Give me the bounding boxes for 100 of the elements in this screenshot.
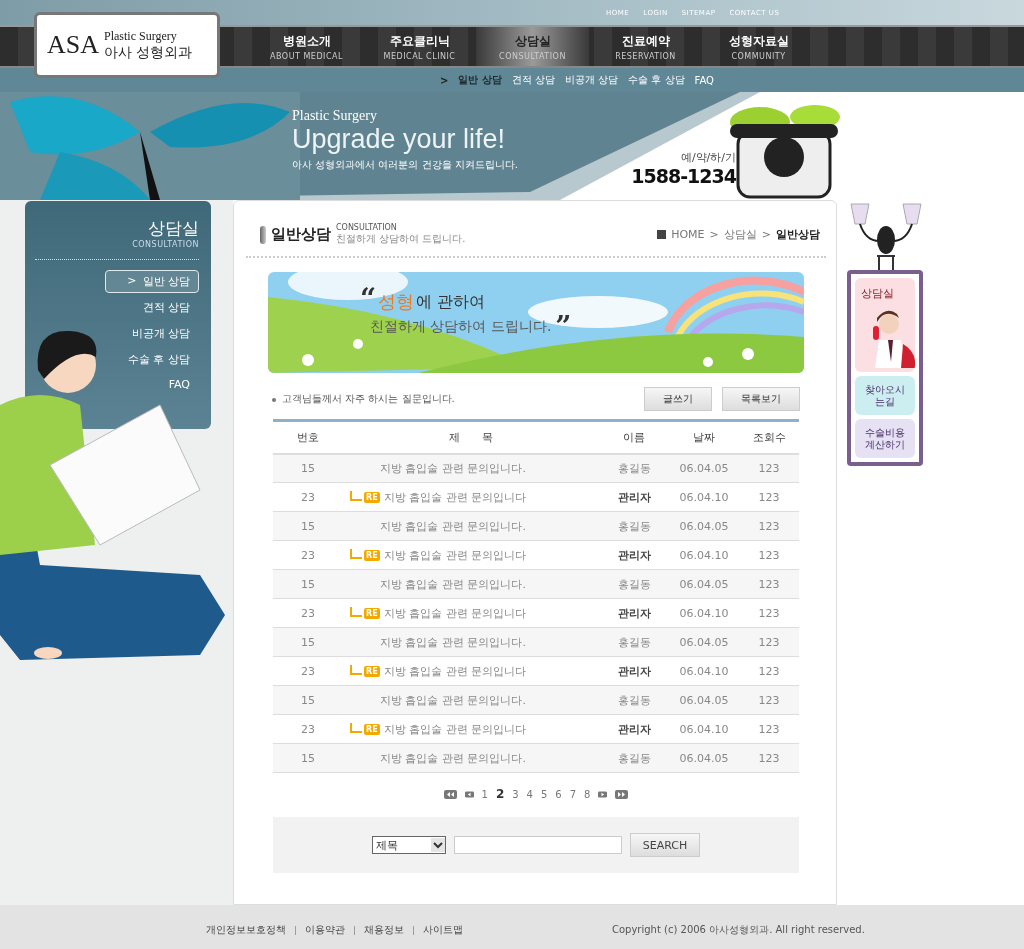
consult-card[interactable]: 상담실 [855,278,915,372]
table-cell: 06.04.10 [669,714,739,744]
side-menu-item[interactable]: 비공개 상담 [105,322,199,345]
table-cell: 123 [739,569,799,599]
table-cell: 23 [273,540,343,570]
page-number[interactable]: 2 [495,787,505,801]
quick-link[interactable]: 찾아오시는길 [855,376,915,415]
table-cell: 06.04.10 [669,656,739,686]
table-cell: 관리자 [599,540,669,570]
post-title-link[interactable]: 지방 흡입술 관련 문의입니다 [383,606,527,620]
table-cell: 123 [739,598,799,628]
page-number[interactable]: 4 [526,788,533,800]
phone-number: 1588-1234 [631,165,736,187]
side-menu-item[interactable]: 수술 후 상담 [105,348,199,371]
sub-nav-link[interactable]: FAQ [694,74,714,86]
page-number[interactable]: 8 [584,788,591,800]
column-header: 이름 [599,420,669,454]
post-title-link[interactable]: 지방 흡입술 관련 문의입니다. [380,751,526,765]
breadcrumb-link[interactable]: 상담실 [723,227,757,242]
table-cell: 관리자 [599,598,669,628]
banner-caption: 아사 성형외과에서 여러분의 건강을 지켜드립니다. [292,158,519,172]
board-button[interactable]: 목록보기 [722,387,800,411]
post-title-link[interactable]: 지방 흡입술 관련 문의입니다. [380,577,526,591]
logo-title: Plastic Surgery [104,28,178,44]
nav-sublabel: MEDICAL CLINIC [383,51,456,61]
side-menu-item[interactable]: FAQ [105,374,199,395]
reply-badge: RE [364,724,380,735]
table-cell: 06.04.10 [669,540,739,570]
breadcrumb-link[interactable]: 일반상담 [776,227,820,242]
table-cell: 15 [273,743,343,773]
table-cell: 홍길동 [599,511,669,541]
consult-title: 상담실 [861,287,894,300]
column-header: 제 목 [343,420,599,454]
nav-tab[interactable]: 성형자료실 COMMUNITY [702,27,815,66]
board-button[interactable]: 글쓰기 [644,387,712,411]
breadcrumb-separator: > [709,228,719,241]
table-cell: 123 [739,685,799,715]
quick-link[interactable]: 수술비용 계산하기 [855,419,915,458]
search-select[interactable]: 제목 [371,836,446,854]
nav-sublabel: COMMUNITY [731,51,786,61]
table-cell: 홍길동 [599,569,669,599]
table-cell: 123 [739,453,799,483]
table-cell: 123 [739,482,799,512]
footer-link[interactable]: 사이트맵 [423,923,464,937]
hero-highlight: 성형 [378,290,415,314]
post-title-link[interactable]: 지방 흡입술 관련 문의입니다. [380,461,526,475]
table-cell: 123 [739,714,799,744]
post-title-link[interactable]: 지방 흡입술 관련 문의입니다 [383,722,527,736]
footer-link[interactable]: 이용약관 [305,923,346,937]
page-number[interactable]: 3 [512,788,519,800]
post-title-link[interactable]: 지방 흡입술 관련 문의입니다. [380,693,526,707]
page-number[interactable]: 7 [569,788,577,800]
table-cell: 06.04.05 [669,685,739,715]
sub-nav-link[interactable]: 수술 후 상담 [628,73,685,87]
footer-link[interactable]: 개인정보보호정책 [206,923,286,937]
column-header: 조회수 [739,420,799,454]
nav-tab[interactable]: 병원소개 ABOUT MEDICAL [250,27,363,66]
table-cell: 15 [273,511,343,541]
table-cell: 홍길동 [599,453,669,483]
reply-badge: RE [364,608,380,619]
sub-nav-link[interactable]: 비공개 상담 [565,73,619,87]
side-menu-marker: > [127,274,137,289]
table-cell: 06.04.10 [669,482,739,512]
table-cell: 06.04.05 [669,743,739,773]
column-header: 날짜 [669,420,739,454]
footer-link[interactable]: 채용정보 [364,923,405,937]
table-cell: 06.04.05 [669,627,739,657]
table-cell: 15 [273,569,343,599]
search-button[interactable]: SEARCH [629,833,701,857]
table-cell: 홍길동 [599,685,669,715]
side-menu-item[interactable]: 견적 상담 [105,296,199,319]
quote-mark: “ [360,286,377,312]
table-cell: 23 [273,598,343,628]
hero-subtext: 친절하게 상담하여 드립니다. [370,318,552,336]
table-cell: 23 [273,482,343,512]
nav-sublabel: RESERVATION [615,51,676,61]
page-number[interactable]: 1 [481,788,488,800]
footer-separator: | [294,925,298,935]
table-cell: 123 [739,627,799,657]
page-number[interactable]: 5 [541,788,548,800]
sub-nav-link[interactable]: 견적 상담 [511,73,556,87]
page-description: 친절하게 상담하여 드립니다. [336,232,466,246]
sub-nav-link[interactable]: 일반 상담 [458,73,502,87]
nav-tab[interactable]: 진료예약 RESERVATION [589,27,702,66]
nav-label: 상담실 [514,32,551,50]
side-menu-subtitle: CONSULTATION [132,240,199,249]
footer-separator: | [353,925,357,935]
post-title-link[interactable]: 지방 흡입술 관련 문의입니다. [380,519,526,533]
table-cell: 123 [739,511,799,541]
post-title-link[interactable]: 지방 흡입술 관련 문의입니다 [383,664,527,678]
nav-label: 성형자료실 [728,32,789,50]
post-title-link[interactable]: 지방 흡입술 관련 문의입니다 [383,490,527,504]
breadcrumb-link[interactable]: HOME [671,228,705,241]
post-title-link[interactable]: 지방 흡입술 관련 문의입니다 [383,548,527,562]
page-number[interactable]: 6 [555,788,562,800]
table-cell: 123 [739,656,799,686]
nav-tab[interactable]: 주요클리닉 MEDICAL CLINIC [363,27,476,66]
side-menu-item[interactable]: > 일반 상담 [105,270,199,293]
table-cell: 관리자 [599,656,669,686]
post-title-link[interactable]: 지방 흡입술 관련 문의입니다. [380,635,526,649]
